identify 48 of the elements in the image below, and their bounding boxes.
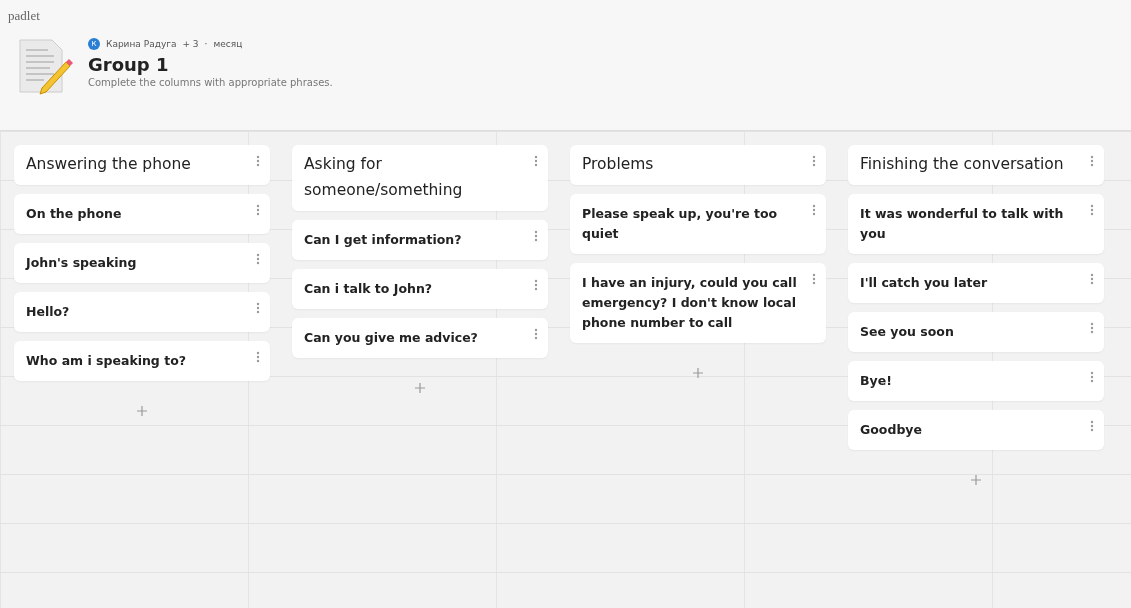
more-icon[interactable] bbox=[534, 279, 538, 291]
post-card[interactable]: On the phone bbox=[14, 194, 270, 234]
post-card[interactable]: See you soon bbox=[848, 312, 1104, 352]
separator: · bbox=[204, 39, 208, 49]
post-card[interactable]: John's speaking bbox=[14, 243, 270, 283]
plus-icon bbox=[415, 383, 425, 393]
plus-icon bbox=[137, 406, 147, 416]
post-card[interactable]: Can I get information? bbox=[292, 220, 548, 260]
plus-icon bbox=[693, 368, 703, 378]
more-icon[interactable] bbox=[1090, 371, 1094, 383]
more-icon[interactable] bbox=[256, 155, 260, 167]
author-name: Карина Радуга bbox=[106, 39, 177, 49]
more-icon[interactable] bbox=[256, 204, 260, 216]
post-card[interactable]: Can you give me advice? bbox=[292, 318, 548, 358]
board-title: Group 1 bbox=[88, 54, 170, 75]
column-header: Finishing the conversation bbox=[848, 145, 1104, 185]
post-card[interactable]: Goodbye bbox=[848, 410, 1104, 450]
post-card[interactable]: Hello? bbox=[14, 292, 270, 332]
brand-logo[interactable]: padlet bbox=[0, 0, 40, 30]
post-card[interactable]: Who am i speaking to? bbox=[14, 341, 270, 381]
more-icon[interactable] bbox=[534, 328, 538, 340]
plus-icon bbox=[971, 475, 981, 485]
more-icon[interactable] bbox=[1090, 155, 1094, 167]
post-card[interactable]: I have an injury, could you call emergency? I don't know local phone number to call bbox=[570, 263, 826, 343]
post-card[interactable]: Please speak up, you're too quiet bbox=[570, 194, 826, 254]
post-card[interactable]: It was wonderful to talk with you bbox=[848, 194, 1104, 254]
more-icon[interactable] bbox=[812, 155, 816, 167]
more-icon[interactable] bbox=[1090, 322, 1094, 334]
more-icon[interactable] bbox=[256, 302, 260, 314]
post-card[interactable]: Bye! bbox=[848, 361, 1104, 401]
more-icon[interactable] bbox=[256, 253, 260, 265]
more-icon[interactable] bbox=[534, 230, 538, 242]
more-icon[interactable] bbox=[1090, 273, 1094, 285]
more-icon[interactable] bbox=[256, 351, 260, 363]
board-description: Complete the columns with appropriate phrases. bbox=[88, 77, 333, 88]
column-header: Problems bbox=[570, 145, 826, 185]
post-time: месяц bbox=[213, 39, 243, 49]
document-pencil-icon bbox=[16, 36, 76, 96]
post-card[interactable]: I'll catch you later bbox=[848, 263, 1104, 303]
more-icon[interactable] bbox=[1090, 420, 1094, 432]
post-card[interactable]: Can i talk to John? bbox=[292, 269, 548, 309]
more-icon[interactable] bbox=[1090, 204, 1094, 216]
more-icon[interactable] bbox=[534, 155, 538, 167]
column-header: Asking for someone/something bbox=[292, 145, 548, 211]
column-header: Answering the phone bbox=[14, 145, 270, 185]
more-icon[interactable] bbox=[812, 273, 816, 285]
contributor-count: + 3 bbox=[182, 39, 199, 49]
more-icon[interactable] bbox=[812, 204, 816, 216]
